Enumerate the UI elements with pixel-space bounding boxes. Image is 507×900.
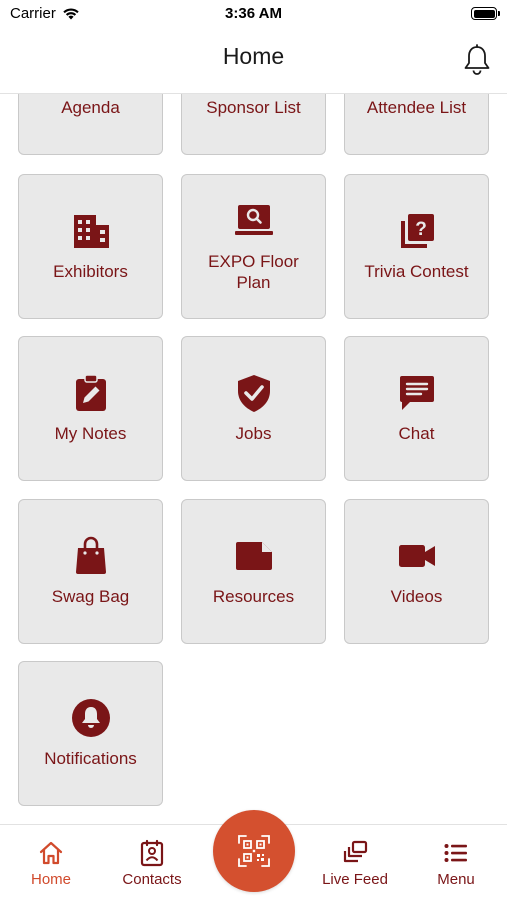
clipboard-pencil-icon	[71, 373, 111, 413]
qr-scan-button[interactable]	[213, 810, 295, 892]
svg-text:?: ?	[415, 219, 427, 240]
tile-label: Agenda	[61, 98, 120, 117]
nav-header: Home	[0, 30, 507, 94]
tile-videos[interactable]: Videos	[344, 499, 489, 644]
tile-exhibitors[interactable]: Exhibitors	[18, 174, 163, 319]
status-bar: Carrier 3:36 AM	[0, 0, 507, 30]
tile-label: Sponsor List	[206, 98, 301, 117]
tab-menu[interactable]: Menu	[406, 839, 506, 888]
chat-bubble-icon	[397, 373, 437, 413]
tab-label: Home	[30, 871, 71, 888]
qr-scan-icon	[238, 835, 270, 867]
tile-expo-floor-plan[interactable]: EXPO Floor Plan	[181, 174, 326, 319]
tile-label: Trivia Contest	[364, 262, 469, 281]
tab-label: Live Feed	[322, 871, 388, 888]
tile-trivia-contest[interactable]: ? Trivia Contest	[344, 174, 489, 319]
tile-grid[interactable]: Agenda Sponsor List Attendee List Exhibi…	[0, 94, 507, 824]
tile-label: Notifications	[44, 749, 137, 768]
battery-icon	[471, 7, 500, 20]
tile-my-notes[interactable]: My Notes	[18, 336, 163, 481]
tile-label: Attendee List	[366, 98, 467, 117]
tile-agenda[interactable]: Agenda	[18, 94, 163, 155]
building-icon	[71, 211, 111, 251]
tile-label: Videos	[390, 587, 443, 606]
question-cards-icon: ?	[397, 211, 437, 251]
home-icon	[39, 841, 63, 865]
tile-label: EXPO Floor Plan	[208, 251, 299, 292]
tile-label: My Notes	[54, 424, 127, 443]
notifications-button[interactable]	[462, 44, 492, 76]
tile-resources[interactable]: Resources	[181, 499, 326, 644]
tab-home[interactable]: Home	[1, 839, 101, 888]
shield-check-icon	[234, 373, 274, 413]
tab-label: Menu	[437, 871, 475, 888]
bell-circle-icon	[71, 698, 111, 738]
shopping-bag-icon	[71, 536, 111, 576]
tile-label: Resources	[212, 587, 295, 606]
laptop-search-icon	[234, 201, 274, 241]
file-icon	[234, 536, 274, 576]
tile-swag-bag[interactable]: Swag Bag	[18, 499, 163, 644]
stacked-cards-icon	[343, 840, 368, 863]
tile-chat[interactable]: Chat	[344, 336, 489, 481]
status-time: 3:36 AM	[225, 5, 282, 22]
tab-live-feed[interactable]: Live Feed	[305, 839, 405, 888]
list-menu-icon	[444, 844, 467, 862]
tile-label: Jobs	[235, 424, 272, 443]
tile-sponsor-list[interactable]: Sponsor List	[181, 94, 326, 155]
tile-label: Exhibitors	[53, 262, 128, 281]
tab-contacts[interactable]: Contacts	[102, 839, 202, 888]
page-title: Home	[222, 43, 285, 69]
tile-attendee-list[interactable]: Attendee List	[344, 94, 489, 155]
tile-jobs[interactable]: Jobs	[181, 336, 326, 481]
tile-label: Swag Bag	[51, 587, 130, 606]
tile-label: Chat	[398, 424, 435, 443]
bell-icon	[464, 44, 490, 75]
tab-label: Contacts	[122, 871, 182, 888]
contact-card-icon	[140, 839, 164, 867]
video-camera-icon	[397, 536, 437, 576]
tile-notifications[interactable]: Notifications	[18, 661, 163, 806]
